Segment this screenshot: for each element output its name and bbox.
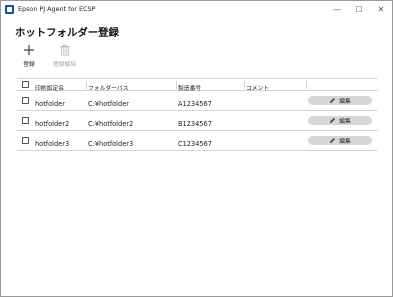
edit-button[interactable]: 編集 <box>308 116 372 125</box>
cell-path: C:¥hotfolder <box>88 100 129 108</box>
row-checkbox[interactable] <box>21 97 29 104</box>
window-controls: — ☐ ✕ <box>326 1 392 17</box>
register-button[interactable]: 登録 <box>23 44 35 68</box>
cell-path: C:¥hotfolder2 <box>88 120 134 128</box>
minimize-button[interactable]: — <box>326 1 348 17</box>
column-divider <box>244 81 245 89</box>
edit-button[interactable]: 編集 <box>308 96 372 105</box>
cell-name: hotfolder3 <box>35 140 70 148</box>
close-button[interactable]: ✕ <box>370 1 392 17</box>
table-row[interactable]: hotfolder3 C:¥hotfolder3 C1234567 編集 <box>17 131 378 151</box>
hot-folder-table: 印刷設定名 フォルダーパス 製造番号 コメント hotfolder C:¥hot… <box>17 78 378 151</box>
register-label: 登録 <box>23 62 35 68</box>
cell-serial: C1234567 <box>178 140 212 148</box>
unregister-label: 登録解除 <box>53 62 77 68</box>
toolbar: 登録 登録解除 <box>23 44 94 68</box>
window-title: Epson PJ Agent for ECSP <box>18 5 96 13</box>
column-divider <box>176 81 177 89</box>
edit-label: 編集 <box>339 119 351 125</box>
pencil-icon <box>330 138 336 144</box>
unregister-button[interactable]: 登録解除 <box>53 44 76 68</box>
app-logo-icon <box>5 4 14 14</box>
cell-name: hotfolder2 <box>35 120 70 128</box>
table-header: 印刷設定名 フォルダーパス 製造番号 コメント <box>17 79 378 92</box>
cell-path: C:¥hotfolder3 <box>88 140 134 148</box>
table-row[interactable]: hotfolder2 C:¥hotfolder2 B1234567 編集 <box>17 111 378 131</box>
plus-icon <box>24 45 34 55</box>
edit-label: 編集 <box>339 139 351 145</box>
app-window: Epson PJ Agent for ECSP — ☐ ✕ ホットフォルダー登録… <box>0 0 393 297</box>
column-divider <box>306 81 307 89</box>
select-all-checkbox[interactable] <box>21 81 29 88</box>
row-checkbox[interactable] <box>21 137 29 144</box>
pencil-icon <box>330 98 336 104</box>
cell-name: hotfolder <box>35 100 65 108</box>
cell-serial: A1234567 <box>178 100 212 108</box>
row-checkbox[interactable] <box>21 117 29 124</box>
edit-button[interactable]: 編集 <box>308 136 372 145</box>
trash-icon <box>60 44 70 56</box>
maximize-button[interactable]: ☐ <box>348 1 370 17</box>
title-bar[interactable]: Epson PJ Agent for ECSP — ☐ ✕ <box>1 1 392 17</box>
cell-serial: B1234567 <box>178 120 212 128</box>
pencil-icon <box>330 118 336 124</box>
table-row[interactable]: hotfolder C:¥hotfolder A1234567 編集 <box>17 91 378 111</box>
column-divider <box>86 81 87 89</box>
page-title: ホットフォルダー登録 <box>15 27 119 39</box>
edit-label: 編集 <box>339 99 351 105</box>
